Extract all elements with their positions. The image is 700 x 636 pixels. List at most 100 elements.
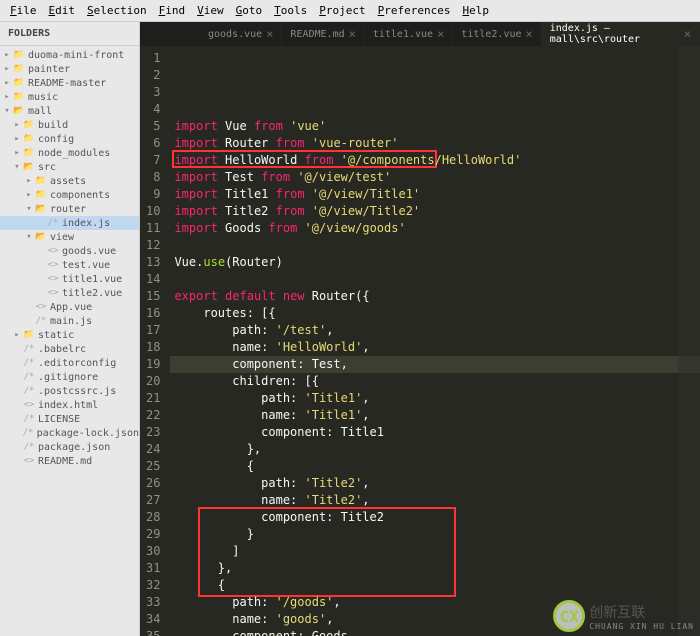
- disclosure-arrow-icon[interactable]: ▸: [24, 176, 34, 186]
- menu-tools[interactable]: Tools: [268, 2, 313, 19]
- disclosure-arrow-icon[interactable]: ▸: [12, 148, 22, 158]
- close-icon[interactable]: ×: [526, 27, 533, 41]
- sidebar-title: FOLDERS: [0, 22, 139, 46]
- tree-item-test-vue[interactable]: <>test.vue: [0, 258, 139, 272]
- code-line-20[interactable]: },: [170, 441, 700, 458]
- tree-item-assets[interactable]: ▸📁assets: [0, 174, 139, 188]
- tab-goods-vue[interactable]: goods.vue×: [200, 22, 282, 46]
- disclosure-arrow-icon[interactable]: ▾: [2, 106, 12, 116]
- code-line-4[interactable]: import Test from '@/view/test': [170, 169, 700, 186]
- tree-item-package-lock-json[interactable]: /*package-lock.json: [0, 426, 139, 440]
- tree-item-title2-vue[interactable]: <>title2.vue: [0, 286, 139, 300]
- code-line-7[interactable]: import Goods from '@/view/goods': [170, 220, 700, 237]
- tree-label: painter: [28, 64, 70, 75]
- code-line-8[interactable]: [170, 237, 700, 254]
- file-icon: /*: [22, 357, 36, 369]
- tree-item-node-modules[interactable]: ▸📁node_modules: [0, 146, 139, 160]
- tree-item-index-html[interactable]: <>index.html: [0, 398, 139, 412]
- disclosure-arrow-icon[interactable]: ▸: [2, 50, 12, 60]
- disclosure-arrow-icon[interactable]: ▸: [2, 78, 12, 88]
- close-icon[interactable]: ×: [684, 27, 691, 41]
- code-line-16[interactable]: children: [{: [170, 373, 700, 390]
- disclosure-arrow-icon[interactable]: ▸: [2, 92, 12, 102]
- tree-item-mall[interactable]: ▾📂mall: [0, 104, 139, 118]
- menu-view[interactable]: View: [191, 2, 230, 19]
- code-line-25[interactable]: }: [170, 526, 700, 543]
- code-line-27[interactable]: },: [170, 560, 700, 577]
- disclosure-arrow-icon[interactable]: ▸: [12, 330, 22, 340]
- tree-item--gitignore[interactable]: /*.gitignore: [0, 370, 139, 384]
- tree-item-goods-vue[interactable]: <>goods.vue: [0, 244, 139, 258]
- code-line-23[interactable]: name: 'Title2',: [170, 492, 700, 509]
- tree-item--postcssrc-js[interactable]: /*.postcssrc.js: [0, 384, 139, 398]
- disclosure-arrow-icon[interactable]: ▾: [24, 204, 34, 214]
- tree-item-readme-master[interactable]: ▸📁README-master: [0, 76, 139, 90]
- code-line-2[interactable]: import Router from 'vue-router': [170, 135, 700, 152]
- menu-help[interactable]: Help: [456, 2, 495, 19]
- code-line-1[interactable]: import Vue from 'vue': [170, 118, 700, 135]
- code-line-19[interactable]: component: Title1: [170, 424, 700, 441]
- tree-item-duoma-mini-front[interactable]: ▸📁duoma-mini-front: [0, 48, 139, 62]
- menu-project[interactable]: Project: [313, 2, 371, 19]
- tree-item-components[interactable]: ▸📁components: [0, 188, 139, 202]
- disclosure-arrow-icon[interactable]: ▾: [24, 232, 34, 242]
- tree-item-static[interactable]: ▸📁static: [0, 328, 139, 342]
- tree-label: package.json: [38, 442, 110, 453]
- code-line-22[interactable]: path: 'Title2',: [170, 475, 700, 492]
- tree-item--babelrc[interactable]: /*.babelrc: [0, 342, 139, 356]
- close-icon[interactable]: ×: [349, 27, 356, 41]
- disclosure-arrow-icon[interactable]: ▸: [12, 120, 22, 130]
- tree-item-license[interactable]: /*LICENSE: [0, 412, 139, 426]
- code-line-6[interactable]: import Title2 from '@/view/Title2': [170, 203, 700, 220]
- tree-item-app-vue[interactable]: <>App.vue: [0, 300, 139, 314]
- close-icon[interactable]: ×: [266, 27, 273, 41]
- tab-title1-vue[interactable]: title1.vue×: [365, 22, 453, 46]
- code-line-21[interactable]: {: [170, 458, 700, 475]
- tree-item-view[interactable]: ▾📂view: [0, 230, 139, 244]
- tree-item-config[interactable]: ▸📁config: [0, 132, 139, 146]
- menu-goto[interactable]: Goto: [230, 2, 269, 19]
- tree-item-package-json[interactable]: /*package.json: [0, 440, 139, 454]
- minimap[interactable]: [678, 46, 700, 636]
- tree-item--editorconfig[interactable]: /*.editorconfig: [0, 356, 139, 370]
- tree-item-src[interactable]: ▾📂src: [0, 160, 139, 174]
- code-line-10[interactable]: [170, 271, 700, 288]
- tree-item-index-js[interactable]: /*index.js: [0, 216, 139, 230]
- code-line-9[interactable]: Vue.use(Router): [170, 254, 700, 271]
- tree-item-build[interactable]: ▸📁build: [0, 118, 139, 132]
- tree-item-title1-vue[interactable]: <>title1.vue: [0, 272, 139, 286]
- code-line-24[interactable]: component: Title2: [170, 509, 700, 526]
- code-line-18[interactable]: name: 'Title1',: [170, 407, 700, 424]
- menu-edit[interactable]: Edit: [43, 2, 82, 19]
- disclosure-arrow-icon[interactable]: ▾: [12, 162, 22, 172]
- tab-readme-md[interactable]: README.md×: [282, 22, 364, 46]
- tree-item-music[interactable]: ▸📁music: [0, 90, 139, 104]
- code-line-15[interactable]: component: Test,: [170, 356, 700, 373]
- menu-selection[interactable]: Selection: [81, 2, 153, 19]
- editor-body[interactable]: 1234567891011121314151617181920212223242…: [140, 46, 700, 636]
- tree-item-readme-md[interactable]: <>README.md: [0, 454, 139, 468]
- code-line-14[interactable]: name: 'HelloWorld',: [170, 339, 700, 356]
- file-icon: /*: [22, 343, 36, 355]
- tab-title2-vue[interactable]: title2.vue×: [453, 22, 541, 46]
- disclosure-arrow-icon[interactable]: ▸: [2, 64, 12, 74]
- code-line-13[interactable]: path: '/test',: [170, 322, 700, 339]
- menu-file[interactable]: File: [4, 2, 43, 19]
- code-line-12[interactable]: routes: [{: [170, 305, 700, 322]
- menu-preferences[interactable]: Preferences: [372, 2, 457, 19]
- menu-find[interactable]: Find: [153, 2, 192, 19]
- tree-item-painter[interactable]: ▸📁painter: [0, 62, 139, 76]
- code-line-3[interactable]: import HelloWorld from '@/components/Hel…: [170, 152, 700, 169]
- tree-item-router[interactable]: ▾📂router: [0, 202, 139, 216]
- code-line-28[interactable]: {: [170, 577, 700, 594]
- code-content[interactable]: import Vue from 'vue'import Router from …: [170, 46, 700, 636]
- tree-item-main-js[interactable]: /*main.js: [0, 314, 139, 328]
- code-line-11[interactable]: export default new Router({: [170, 288, 700, 305]
- code-line-26[interactable]: ]: [170, 543, 700, 560]
- disclosure-arrow-icon[interactable]: ▸: [24, 190, 34, 200]
- close-icon[interactable]: ×: [437, 27, 444, 41]
- code-line-17[interactable]: path: 'Title1',: [170, 390, 700, 407]
- disclosure-arrow-icon[interactable]: ▸: [12, 134, 22, 144]
- code-line-5[interactable]: import Title1 from '@/view/Title1': [170, 186, 700, 203]
- tab-index-js[interactable]: index.js — mall\src\router×: [542, 22, 700, 46]
